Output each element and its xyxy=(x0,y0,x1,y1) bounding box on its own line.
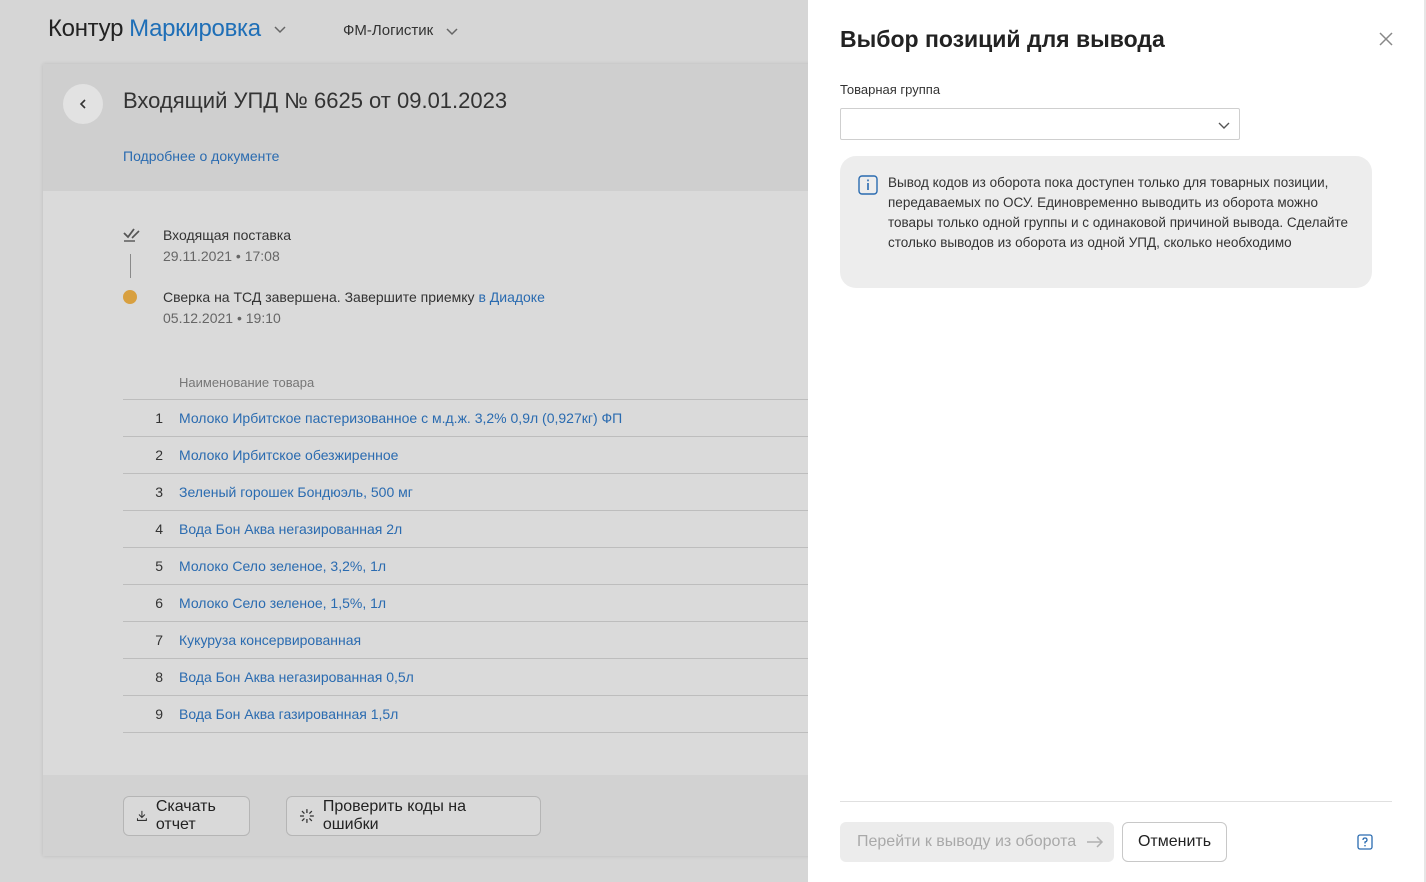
product-link[interactable]: Молоко Село зеленое, 1,5%, 1л xyxy=(179,595,386,611)
product-link[interactable]: Молоко Ирбитское обезжиренное xyxy=(179,447,398,463)
download-icon xyxy=(136,810,147,821)
brand-menu[interactable]: Контур Маркировка xyxy=(48,15,287,43)
table-row: 8 Вода Бон Аква негазированная 0,5л xyxy=(123,659,823,696)
footer-divider xyxy=(840,801,1392,802)
goods-table: 1 Молоко Ирбитское пастеризованное с м.д.… xyxy=(123,399,823,733)
diadoc-link[interactable]: в Диадоке xyxy=(478,289,544,305)
organization-selector[interactable]: ФМ-Логистик xyxy=(343,22,459,39)
check-codes-button[interactable]: Проверить коды на ошибки xyxy=(286,796,541,836)
row-number: 7 xyxy=(155,632,163,648)
panel-title: Выбор позиций для вывода xyxy=(840,26,1165,52)
info-box: Вывод кодов из оборота пока доступен тол… xyxy=(840,156,1372,288)
download-report-button[interactable]: Скачать отчет xyxy=(123,796,250,836)
row-number: 8 xyxy=(155,669,163,685)
arrow-right-icon xyxy=(1087,836,1104,848)
close-icon[interactable] xyxy=(1378,31,1394,47)
chevron-down-icon xyxy=(446,27,458,35)
side-panel: Выбор позиций для вывода Товарная группа… xyxy=(808,0,1426,882)
signature-icon xyxy=(123,228,140,242)
organization-name: ФМ-Логистик xyxy=(343,22,434,39)
help-icon[interactable] xyxy=(1357,834,1373,850)
row-number: 9 xyxy=(155,706,163,722)
event-title: Сверка на ТСД завершена. Завершите прием… xyxy=(163,289,545,305)
row-number: 2 xyxy=(155,447,163,463)
proceed-withdrawal-label: Перейти к выводу из оборота xyxy=(857,833,1077,850)
product-link[interactable]: Зеленый горошек Бондюэль, 500 мг xyxy=(179,484,413,500)
product-link[interactable]: Молоко Ирбитское пастеризованное с м.д.ж… xyxy=(179,410,622,426)
table-row: 2 Молоко Ирбитское обезжиренное xyxy=(123,437,823,474)
product-group-label: Товарная группа xyxy=(840,82,941,97)
product-link[interactable]: Вода Бон Аква газированная 1,5л xyxy=(179,706,398,722)
product-name: Маркировка xyxy=(129,15,261,42)
row-number: 3 xyxy=(155,484,163,500)
proceed-withdrawal-button[interactable]: Перейти к выводу из оборота xyxy=(840,822,1114,862)
event-title-text: Сверка на ТСД завершена. Завершите прием… xyxy=(163,289,475,305)
event-date: 05.12.2021 • 19:10 xyxy=(163,310,281,326)
product-link[interactable]: Кукуруза консервированная xyxy=(179,632,361,648)
row-number: 4 xyxy=(155,521,163,537)
back-button[interactable] xyxy=(63,84,103,124)
download-report-label: Скачать отчет xyxy=(155,798,216,833)
row-number: 6 xyxy=(155,595,163,611)
page-title: Входящий УПД № 6625 от 09.01.2023 xyxy=(123,88,508,113)
chevron-down-icon xyxy=(1218,122,1230,129)
info-text: Вывод кодов из оборота пока доступен тол… xyxy=(888,175,1349,250)
chevron-left-icon xyxy=(79,99,86,109)
table-row: 1 Молоко Ирбитское пастеризованное с м.д.… xyxy=(123,400,823,437)
row-number: 5 xyxy=(155,558,163,574)
row-number: 1 xyxy=(155,410,163,426)
product-link[interactable]: Вода Бон Аква негазированная 2л xyxy=(179,521,402,537)
product-group-select[interactable] xyxy=(840,108,1240,140)
table-row: 6 Молоко Село зеленое, 1,5%, 1л xyxy=(123,585,823,622)
event-date: 29.11.2021 • 17:08 xyxy=(163,248,280,264)
document-details-link[interactable]: Подробнее о документе xyxy=(123,148,279,164)
table-row: 7 Кукуруза консервированная xyxy=(123,622,823,659)
sparkle-icon xyxy=(299,809,314,823)
timeline-connector xyxy=(130,254,131,278)
product-link[interactable]: Вода Бон Аква негазированная 0,5л xyxy=(179,669,414,685)
column-header-name: Наименование товара xyxy=(179,375,315,390)
cancel-button[interactable]: Отменить xyxy=(1122,822,1227,862)
info-icon xyxy=(858,175,878,195)
table-row: 5 Молоко Село зеленое, 3,2%, 1л xyxy=(123,548,823,585)
table-row: 4 Вода Бон Аква негазированная 2л xyxy=(123,511,823,548)
status-dot xyxy=(123,290,137,304)
brand-name: Контур xyxy=(48,15,124,42)
event-title: Входящая поставка xyxy=(163,227,292,243)
table-row: 3 Зеленый горошек Бондюэль, 500 мг xyxy=(123,474,823,511)
product-link[interactable]: Молоко Село зеленое, 3,2%, 1л xyxy=(179,558,386,574)
chevron-down-icon xyxy=(274,26,286,34)
table-row: 9 Вода Бон Аква газированная 1,5л xyxy=(123,696,823,733)
check-codes-label: Проверить коды на ошибки xyxy=(322,798,467,833)
